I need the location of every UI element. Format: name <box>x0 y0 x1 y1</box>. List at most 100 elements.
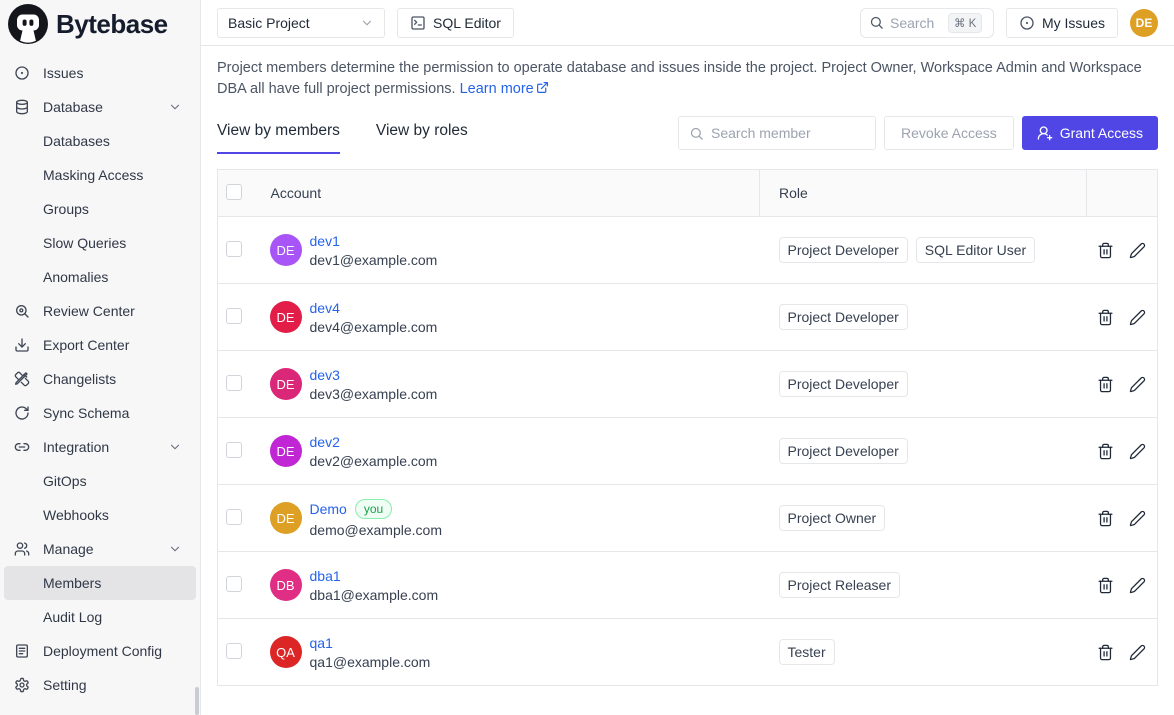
sidebar-item-gitops[interactable]: GitOps <box>4 464 196 498</box>
row-checkbox[interactable] <box>226 308 242 324</box>
select-all-checkbox[interactable] <box>226 184 242 200</box>
row-checkbox[interactable] <box>226 375 242 391</box>
edit-member-button[interactable] <box>1129 376 1146 393</box>
role-badge: Project Owner <box>779 505 886 531</box>
members-table: Account Role DE dev1 dev1@example.com Pr <box>217 169 1158 686</box>
edit-member-button[interactable] <box>1129 644 1146 661</box>
sidebar-item-slow-queries[interactable]: Slow Queries <box>4 226 196 260</box>
sidebar: Bytebase Issues Database Databases Maski… <box>0 0 201 715</box>
delete-member-button[interactable] <box>1097 577 1114 594</box>
bytebase-logo-icon <box>8 4 48 44</box>
pencil-ruler-icon <box>14 371 30 387</box>
brand-wordmark: Bytebase <box>56 9 168 40</box>
tab-view-by-members[interactable]: View by members <box>217 122 340 154</box>
user-plus-icon <box>1037 125 1053 141</box>
grant-access-button[interactable]: Grant Access <box>1022 116 1158 150</box>
role-badge: Project Developer <box>779 371 908 397</box>
member-email: qa1@example.com <box>310 654 431 670</box>
sidebar-item-export-center[interactable]: Export Center <box>4 328 196 362</box>
global-search[interactable]: ⌘ K <box>860 8 994 38</box>
sidebar-item-sync-schema[interactable]: Sync Schema <box>4 396 196 430</box>
table-row: DE dev2 dev2@example.com Project Develop… <box>218 418 1158 485</box>
sidebar-item-review-center[interactable]: Review Center <box>4 294 196 328</box>
member-search-input[interactable] <box>711 125 892 141</box>
learn-more-link[interactable]: Learn more <box>460 81 534 97</box>
row-checkbox[interactable] <box>226 576 242 592</box>
global-search-input[interactable] <box>890 15 942 31</box>
role-badges: Project Developer <box>779 371 1087 397</box>
avatar: DE <box>270 368 302 400</box>
members-toolbar: View by members View by roles Revoke Acc… <box>217 116 1158 154</box>
sql-editor-button[interactable]: SQL Editor <box>397 8 514 38</box>
sidebar-item-database[interactable]: Database <box>4 90 196 124</box>
sidebar-item-changelists[interactable]: Changelists <box>4 362 196 396</box>
file-lines-icon <box>14 643 30 659</box>
project-select[interactable]: Basic Project <box>217 8 385 38</box>
view-tabs: View by members View by roles <box>217 122 468 154</box>
member-name-link[interactable]: dev4 <box>310 300 340 316</box>
role-badges: Tester <box>779 639 1087 665</box>
content-column: Basic Project SQL Editor ⌘ K My Issues D… <box>201 0 1174 715</box>
member-name-link[interactable]: dba1 <box>310 568 341 584</box>
edit-member-button[interactable] <box>1129 443 1146 460</box>
page-description: Project members determine the permission… <box>217 58 1158 100</box>
users-icon <box>14 541 30 557</box>
delete-member-button[interactable] <box>1097 443 1114 460</box>
link-icon <box>14 439 30 455</box>
my-issues-button[interactable]: My Issues <box>1006 8 1118 38</box>
topbar-right: ⌘ K My Issues DE <box>860 8 1158 38</box>
tab-view-by-roles[interactable]: View by roles <box>376 122 468 154</box>
member-name-link[interactable]: Demo <box>310 501 347 517</box>
row-checkbox[interactable] <box>226 442 242 458</box>
row-checkbox[interactable] <box>226 509 242 525</box>
table-row: DB dba1 dba1@example.com Project Release… <box>218 552 1158 619</box>
member-name-link[interactable]: dev2 <box>310 434 340 450</box>
delete-member-button[interactable] <box>1097 309 1114 326</box>
member-search <box>678 116 876 150</box>
refresh-icon <box>14 405 30 421</box>
member-email: dev2@example.com <box>310 453 438 469</box>
edit-member-button[interactable] <box>1129 242 1146 259</box>
delete-member-button[interactable] <box>1097 242 1114 259</box>
avatar: DE <box>270 301 302 333</box>
sidebar-item-deployment-config[interactable]: Deployment Config <box>4 634 196 668</box>
delete-member-button[interactable] <box>1097 644 1114 661</box>
sidebar-item-audit-log[interactable]: Audit Log <box>4 600 196 634</box>
member-name-link[interactable]: dev3 <box>310 367 340 383</box>
avatar: DE <box>270 502 302 534</box>
sidebar-item-groups[interactable]: Groups <box>4 192 196 226</box>
delete-member-button[interactable] <box>1097 510 1114 527</box>
sidebar-item-webhooks[interactable]: Webhooks <box>4 498 196 532</box>
edit-member-button[interactable] <box>1129 309 1146 326</box>
sidebar-item-masking-access[interactable]: Masking Access <box>4 158 196 192</box>
user-avatar[interactable]: DE <box>1130 9 1158 37</box>
edit-member-button[interactable] <box>1129 577 1146 594</box>
chevron-down-icon <box>168 542 182 556</box>
table-row: DE dev4 dev4@example.com Project Develop… <box>218 284 1158 351</box>
edit-member-button[interactable] <box>1129 510 1146 527</box>
role-badge: Tester <box>779 639 835 665</box>
sidebar-scrollbar[interactable] <box>195 687 199 715</box>
table-row: DE Demo you demo@example.com Project Own… <box>218 485 1158 552</box>
sidebar-item-members[interactable]: Members <box>4 566 196 600</box>
sidebar-item-anomalies[interactable]: Anomalies <box>4 260 196 294</box>
revoke-access-button[interactable]: Revoke Access <box>884 116 1014 150</box>
role-badges: Project Owner <box>779 505 1087 531</box>
member-name-link[interactable]: qa1 <box>310 635 333 651</box>
avatar: QA <box>270 636 302 668</box>
sidebar-item-issues[interactable]: Issues <box>4 56 196 90</box>
brand[interactable]: Bytebase <box>0 0 200 48</box>
delete-member-button[interactable] <box>1097 376 1114 393</box>
sidebar-item-setting[interactable]: Setting <box>4 668 196 702</box>
row-checkbox[interactable] <box>226 241 242 257</box>
role-badge: SQL Editor User <box>916 237 1035 263</box>
sidebar-item-integration[interactable]: Integration <box>4 430 196 464</box>
role-badges: Project Releaser <box>779 572 1087 598</box>
row-checkbox[interactable] <box>226 643 242 659</box>
sidebar-item-databases[interactable]: Databases <box>4 124 196 158</box>
member-name-link[interactable]: dev1 <box>310 233 340 249</box>
sidebar-item-manage[interactable]: Manage <box>4 532 196 566</box>
column-header-role: Role <box>760 170 1087 217</box>
member-email: dev1@example.com <box>310 252 438 268</box>
topbar: Basic Project SQL Editor ⌘ K My Issues D… <box>201 0 1174 46</box>
